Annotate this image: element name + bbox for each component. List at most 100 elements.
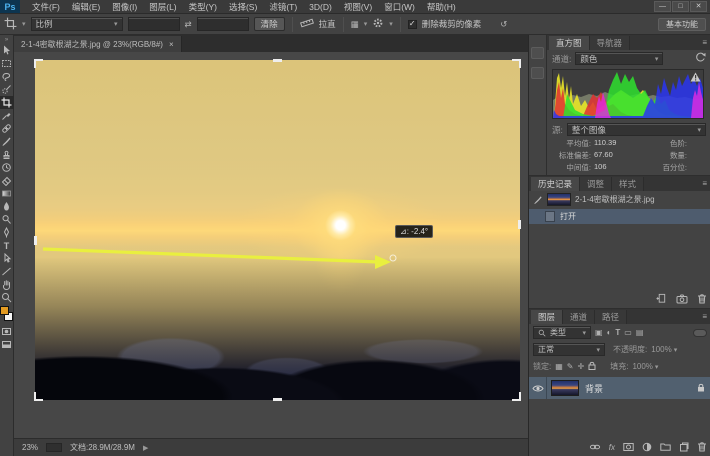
channel-select[interactable]: 颜色 ▾ (575, 52, 663, 65)
menu-type[interactable]: 类型(Y) (183, 1, 223, 13)
foreground-color-swatch[interactable] (0, 306, 9, 315)
hand-tool-button[interactable] (0, 278, 14, 291)
tab-styles[interactable]: 样式 (612, 177, 644, 191)
photo-canvas[interactable]: ⊿: -2.4° (35, 60, 520, 400)
tab-adjustments[interactable]: 调整 (580, 177, 612, 191)
menu-file[interactable]: 文件(F) (26, 1, 66, 13)
line-tool-button[interactable] (0, 265, 14, 278)
toolbar-collapse-icon[interactable]: » (5, 36, 8, 44)
straighten-line[interactable] (43, 249, 379, 262)
crop-handle-bottom[interactable] (273, 398, 282, 401)
history-state-open[interactable]: 打开 (529, 209, 710, 224)
dodge-tool-button[interactable] (0, 213, 14, 226)
collapsed-panel-icon-1[interactable] (531, 47, 544, 59)
straighten-icon[interactable] (300, 17, 314, 31)
filter-smart-object-icon[interactable]: ▤ (636, 328, 644, 337)
filter-type-layers-icon[interactable]: T (615, 328, 620, 337)
menu-3d[interactable]: 3D(D) (303, 2, 338, 12)
minimize-button[interactable]: — (654, 1, 671, 12)
crop-height-input[interactable] (197, 17, 249, 31)
filter-pixel-layers-icon[interactable]: ▣ (595, 328, 603, 337)
close-button[interactable]: ✕ (690, 1, 707, 12)
tab-layers[interactable]: 图层 (531, 310, 563, 324)
delete-cropped-pixels-checkbox[interactable]: ✓ (408, 20, 417, 29)
straighten-label[interactable]: 拉直 (319, 18, 336, 30)
add-layer-mask-icon[interactable] (623, 442, 634, 454)
swap-dimensions-icon[interactable]: ⇄ (185, 19, 192, 30)
layer-style-fx-icon[interactable]: fx (609, 443, 615, 452)
menu-filter[interactable]: 滤镜(T) (263, 1, 303, 13)
healing-brush-tool-button[interactable] (0, 122, 14, 135)
delete-history-trash-icon[interactable] (697, 293, 707, 306)
lock-position-icon[interactable]: ✛ (578, 362, 585, 371)
quick-selection-tool-button[interactable] (0, 83, 14, 96)
workspace-switcher-button[interactable]: 基本功能 (658, 18, 706, 31)
canvas-area[interactable]: ⊿: -2.4° (14, 52, 528, 438)
quick-mask-button[interactable] (0, 325, 14, 338)
layer-visibility-toggle[interactable] (529, 377, 547, 399)
status-menu-arrow-icon[interactable]: ▶ (143, 444, 148, 452)
clear-button[interactable]: 清除 (254, 17, 285, 31)
menu-image[interactable]: 图像(I) (106, 1, 143, 13)
menu-window[interactable]: 窗口(W) (378, 1, 421, 13)
link-layers-icon[interactable] (589, 442, 601, 454)
crop-tool-button[interactable] (0, 96, 14, 109)
menu-select[interactable]: 选择(S) (223, 1, 263, 13)
gradient-tool-button[interactable] (0, 187, 14, 200)
eraser-tool-button[interactable] (0, 174, 14, 187)
opacity-value-box[interactable]: 100% ▾ (651, 345, 677, 354)
collapsed-panel-icon-2[interactable] (531, 67, 544, 79)
history-snapshot-row[interactable]: 2-1-4密歇根湖之景.jpg (529, 191, 710, 208)
lock-all-icon[interactable] (588, 361, 596, 372)
lasso-tool-button[interactable] (0, 70, 14, 83)
path-selection-tool-button[interactable] (0, 252, 14, 265)
crop-tool-options-icon[interactable] (4, 17, 17, 32)
tab-paths[interactable]: 路径 (595, 310, 627, 324)
menu-edit[interactable]: 编辑(E) (66, 1, 106, 13)
cached-data-warning-icon[interactable] (690, 72, 701, 84)
eyedropper-tool-button[interactable] (0, 109, 14, 122)
layer-thumbnail[interactable] (551, 380, 579, 396)
move-tool-button[interactable] (0, 44, 14, 57)
history-brush-tool-button[interactable] (0, 161, 14, 174)
new-document-from-state-icon[interactable] (656, 293, 667, 306)
zoom-tool-button[interactable] (0, 291, 14, 304)
menu-help[interactable]: 帮助(H) (421, 1, 462, 13)
pen-tool-button[interactable] (0, 226, 14, 239)
crop-width-input[interactable] (128, 17, 180, 31)
tab-histogram[interactable]: 直方图 (549, 36, 590, 50)
tab-channels[interactable]: 通道 (563, 310, 595, 324)
layer-filter-select[interactable]: 类型 ▾ (533, 326, 591, 339)
crop-handle-bottom-left[interactable] (34, 392, 43, 401)
filter-shape-layers-icon[interactable]: ▭ (624, 328, 632, 337)
crop-handle-top[interactable] (273, 59, 282, 62)
crop-handle-top-left[interactable] (34, 59, 43, 68)
tab-history[interactable]: 历史记录 (531, 177, 580, 191)
type-tool-button[interactable]: T (0, 239, 14, 252)
crop-handle-top-right[interactable] (512, 59, 521, 68)
brush-tool-button[interactable] (0, 135, 14, 148)
filter-adjustment-layers-icon[interactable]: ◐ (607, 328, 612, 337)
document-tab[interactable]: 2-1-4密歇根湖之景.jpg @ 23%(RGB/8#) × (14, 36, 182, 52)
lock-transparency-icon[interactable]: ▦ (555, 362, 563, 371)
crop-settings-gear-icon[interactable] (372, 17, 384, 31)
crop-handle-right[interactable] (518, 220, 521, 229)
history-panel-menu-icon[interactable]: ≡ (702, 179, 707, 188)
menu-view[interactable]: 视图(V) (338, 1, 378, 13)
screen-mode-button[interactable] (0, 338, 14, 351)
new-layer-icon[interactable] (679, 442, 689, 454)
blend-mode-select[interactable]: 正常 ▾ (533, 343, 605, 356)
refresh-histogram-icon[interactable] (695, 52, 706, 65)
marquee-tool-button[interactable] (0, 57, 14, 70)
tab-navigator[interactable]: 导航器 (590, 36, 631, 50)
new-group-folder-icon[interactable] (660, 442, 671, 453)
document-tab-close-icon[interactable]: × (169, 40, 174, 49)
source-select[interactable]: 整个图像 ▾ (567, 123, 706, 136)
zoom-level[interactable]: 23% (22, 443, 38, 452)
filter-toggle-switch[interactable] (693, 329, 707, 337)
overlay-grid-icon[interactable]: ▦ (351, 19, 359, 30)
new-snapshot-camera-icon[interactable] (676, 293, 688, 306)
lock-paint-icon[interactable]: ✎ (567, 362, 574, 371)
crop-handle-left[interactable] (34, 236, 37, 245)
clone-stamp-tool-button[interactable] (0, 148, 14, 161)
